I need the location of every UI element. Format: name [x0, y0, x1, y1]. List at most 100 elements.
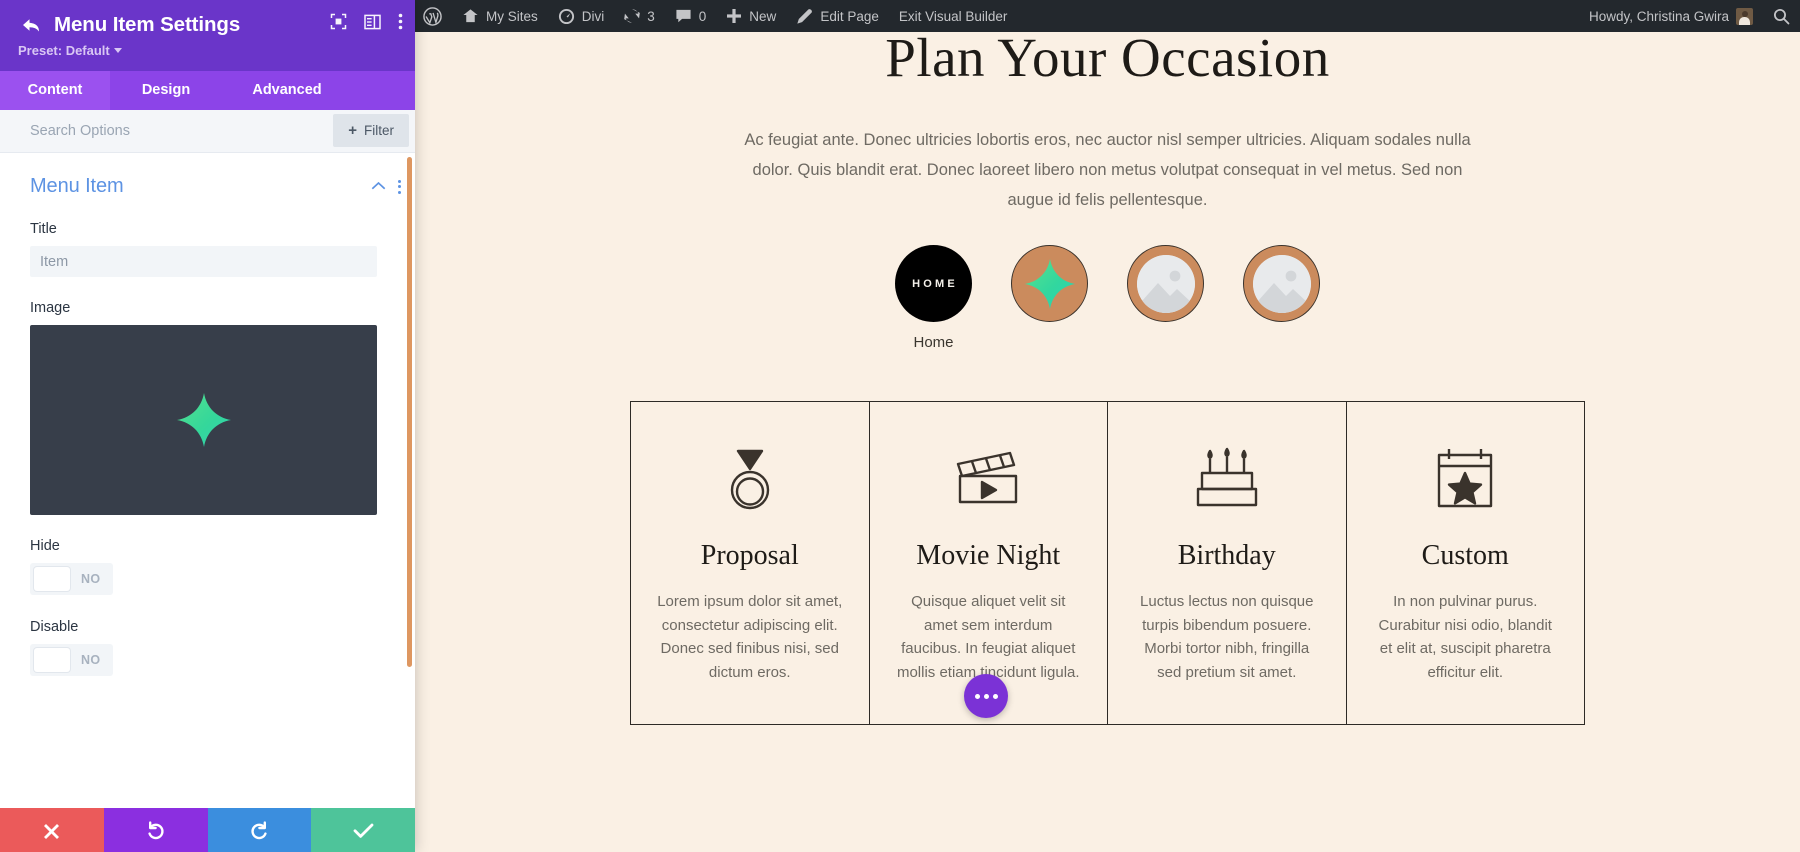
undo-icon [148, 820, 164, 839]
search-icon [1773, 8, 1790, 24]
tab-advanced[interactable]: Advanced [222, 71, 352, 110]
circle-home-text: HOME [912, 277, 958, 290]
card-birthday[interactable]: Birthday Luctus lectus non quisque turpi… [1108, 402, 1347, 725]
adminbar-item-my-sites[interactable]: My Sites [452, 0, 548, 32]
card-text-proposal: Lorem ipsum dolor sit amet, consectetur … [657, 593, 843, 681]
section-more-icon[interactable] [398, 179, 401, 194]
panel-scrollbar[interactable] [407, 157, 412, 667]
menu-circle-item-home[interactable]: HOME Home [894, 245, 974, 351]
adminbar-item-comments[interactable]: 0 [665, 0, 717, 32]
field-disable: Disable NO [0, 619, 415, 677]
adminbar-item-divi[interactable]: Divi [548, 0, 615, 32]
adminbar-item-howdy[interactable]: Howdy, Christina Gwira [1579, 0, 1763, 32]
adminbar-item-new[interactable]: New [716, 0, 786, 32]
menu-circles: HOME Home [415, 245, 1800, 351]
page-preview: Plan Your Occasion Ac feugiat ante. Done… [415, 32, 1800, 852]
updates-icon [624, 9, 641, 23]
adminbar-howdy-label: Howdy, Christina Gwira [1588, 8, 1729, 24]
card-text-movie-night: Quisque aliquet velit sit amet sem inter… [896, 593, 1080, 681]
card-title-movie-night: Movie Night [916, 540, 1061, 572]
preset-label[interactable]: Preset: Default [18, 43, 110, 58]
title-label: Title [30, 221, 57, 237]
hide-toggle[interactable]: NO [30, 563, 113, 595]
panel-scrollbar-thumb[interactable] [407, 157, 412, 667]
adminbar-item-exit-visual-builder[interactable]: Exit Visual Builder [889, 0, 1018, 32]
circle-label-home: Home [913, 334, 954, 352]
sparkle-icon [176, 393, 231, 447]
save-button[interactable] [311, 808, 415, 852]
disable-toggle-value: NO [81, 653, 101, 667]
adminbar-label-exit-visual-builder: Exit Visual Builder [898, 8, 1008, 24]
more-horizontal-icon [983, 693, 989, 699]
cancel-button[interactable] [0, 808, 104, 852]
plus-icon [727, 9, 742, 23]
pencil-icon [797, 8, 813, 24]
hide-toggle-knob [34, 567, 70, 591]
card-title-custom: Custom [1421, 540, 1509, 572]
adminbar-label-updates: 3 [647, 8, 655, 24]
redo-button[interactable] [207, 808, 312, 852]
occasion-cards: Proposal Lorem ipsum dolor sit amet, con… [630, 401, 1585, 726]
image-label: Image [30, 300, 71, 316]
comments-icon [676, 9, 691, 23]
focus-target-icon[interactable] [330, 13, 347, 35]
menu-circle-item-sparkle[interactable] [1010, 245, 1090, 351]
disable-toggle[interactable]: NO [30, 644, 113, 676]
adminbar-label-divi: Divi [581, 8, 605, 24]
undo-button[interactable] [103, 808, 208, 852]
adminbar-item-updates[interactable]: 3 [614, 0, 665, 32]
hide-label: Hide [30, 538, 60, 554]
adminbar-label-my-sites: My Sites [486, 8, 538, 24]
circle-sparkle[interactable] [1011, 245, 1088, 323]
calendar-star-icon [1373, 440, 1559, 518]
image-preview[interactable] [30, 325, 377, 515]
layout-columns-icon[interactable] [364, 14, 381, 35]
title-input[interactable] [30, 246, 377, 277]
circle-placeholder-2[interactable] [1243, 245, 1320, 323]
adminbar-item-search[interactable] [1763, 0, 1800, 32]
redo-icon [251, 820, 267, 839]
card-text-custom: In non pulvinar purus. Curabitur nisi od… [1378, 593, 1552, 681]
chevron-down-icon[interactable] [113, 48, 122, 53]
avatar [1736, 7, 1753, 25]
page-title: Plan Your Occasion [885, 32, 1330, 88]
more-horizontal-icon [974, 693, 980, 699]
add-module-button[interactable] [964, 674, 1008, 718]
screen-root: Menu Item Settings Preset: Default Conte… [0, 0, 1800, 852]
more-vertical-icon[interactable] [398, 13, 403, 35]
disable-toggle-knob [34, 648, 70, 672]
card-text-birthday: Luctus lectus non quisque turpis bibendu… [1140, 593, 1314, 681]
menu-circle-item-placeholder-1[interactable] [1126, 245, 1206, 351]
adminbar-item-edit-page[interactable]: Edit Page [786, 0, 889, 32]
tab-content[interactable]: Content [0, 71, 110, 110]
adminbar-label-new: New [749, 8, 777, 24]
hide-toggle-value: NO [81, 572, 101, 586]
card-custom[interactable]: Custom In non pulvinar purus. Curabitur … [1347, 402, 1585, 724]
panel-footer [0, 808, 415, 852]
clapperboard-icon [896, 440, 1082, 518]
card-proposal[interactable]: Proposal Lorem ipsum dolor sit amet, con… [631, 402, 870, 725]
circle-home[interactable]: HOME [895, 245, 972, 323]
disable-label: Disable [30, 619, 79, 635]
sparkle-icon [1024, 258, 1075, 309]
dashboard-icon [558, 8, 574, 24]
tab-design[interactable]: Design [110, 71, 222, 110]
adminbar-item-wordpress[interactable] [415, 0, 452, 32]
check-icon [353, 823, 374, 838]
card-title-proposal: Proposal [700, 540, 799, 572]
card-title-birthday: Birthday [1177, 540, 1276, 572]
more-horizontal-icon [992, 693, 998, 699]
field-image: Image [0, 300, 415, 515]
image-placeholder-icon [1136, 254, 1195, 313]
image-placeholder-icon [1252, 254, 1311, 313]
filter-button[interactable]: + Filter [333, 114, 409, 147]
section-header-menu-item[interactable]: Menu Item [0, 153, 415, 198]
chevron-up-icon[interactable] [371, 178, 386, 196]
close-icon [44, 823, 60, 839]
filter-label: Filter [364, 123, 394, 138]
circle-placeholder-1[interactable] [1127, 245, 1204, 323]
panel-tabs: Content Design Advanced [0, 71, 415, 110]
back-arrow-icon[interactable] [18, 14, 44, 36]
search-input[interactable] [0, 110, 334, 152]
menu-circle-item-placeholder-2[interactable] [1242, 245, 1322, 351]
